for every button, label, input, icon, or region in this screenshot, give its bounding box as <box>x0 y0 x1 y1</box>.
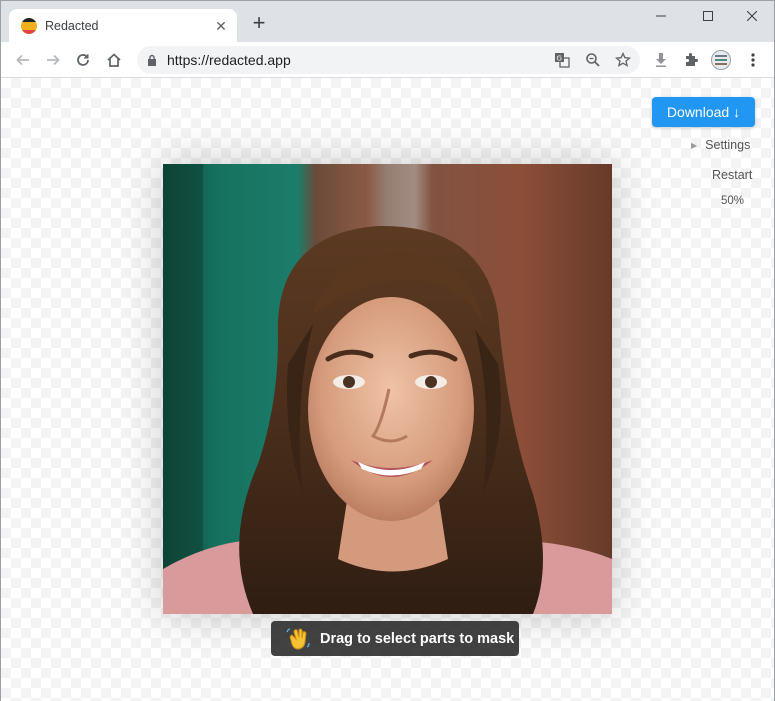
translate-icon[interactable]: G <box>554 52 570 68</box>
url-text: https://redacted.app <box>167 52 291 68</box>
tab-strip: Redacted ✕ + <box>1 1 774 42</box>
waving-hand-icon <box>286 627 310 650</box>
new-tab-button[interactable]: + <box>248 12 270 35</box>
maximize-icon <box>703 11 713 21</box>
zoom-icon[interactable] <box>585 52 601 68</box>
bookmark-star-icon[interactable] <box>615 52 631 68</box>
profile-avatar-icon <box>711 50 731 70</box>
home-icon <box>107 53 121 67</box>
address-bar[interactable]: https://redacted.app G <box>137 46 640 74</box>
menu-kebab-icon <box>751 53 755 67</box>
profile-button[interactable] <box>707 46 735 74</box>
download-button[interactable]: Download ↓ <box>652 97 755 127</box>
hint-text: Drag to select parts to mask <box>320 630 515 647</box>
close-icon <box>747 11 757 21</box>
home-button[interactable] <box>100 46 128 74</box>
reload-button[interactable] <box>69 46 97 74</box>
favicon-icon <box>21 17 37 34</box>
portrait-image[interactable] <box>163 164 612 614</box>
extensions-button[interactable] <box>677 46 705 74</box>
reload-icon <box>77 54 89 66</box>
browser-tab[interactable]: Redacted ✕ <box>9 9 237 42</box>
settings-label: Settings <box>705 138 751 152</box>
tab-title: Redacted <box>45 18 99 33</box>
window-close-button[interactable] <box>729 1 775 31</box>
minimize-button[interactable] <box>638 1 684 31</box>
hint-toast: Drag to select parts to mask <box>271 621 519 656</box>
extensions-puzzle-icon <box>686 53 698 66</box>
maximize-button[interactable] <box>685 1 731 31</box>
zoom-level[interactable]: 50% <box>721 195 744 207</box>
lock-icon <box>148 54 156 66</box>
browser-menu-button[interactable] <box>739 46 767 74</box>
settings-toggle[interactable]: ▶ Settings <box>691 138 750 152</box>
download-toolbar-button[interactable] <box>647 46 675 74</box>
minimize-icon <box>656 15 666 17</box>
tab-close-icon[interactable]: ✕ <box>213 18 229 34</box>
page-content: Download ↓ ▶ Settings Restart 50% Drag t… <box>1 78 774 701</box>
back-button[interactable] <box>9 46 37 74</box>
download-icon <box>656 53 666 67</box>
forward-button[interactable] <box>39 46 67 74</box>
caret-right-icon: ▶ <box>691 140 698 150</box>
back-arrow-icon <box>16 54 29 66</box>
restart-button[interactable]: Restart <box>712 168 752 182</box>
svg-text:G: G <box>557 55 562 63</box>
forward-arrow-icon <box>47 54 60 66</box>
browser-toolbar: https://redacted.app G <box>1 42 774 78</box>
